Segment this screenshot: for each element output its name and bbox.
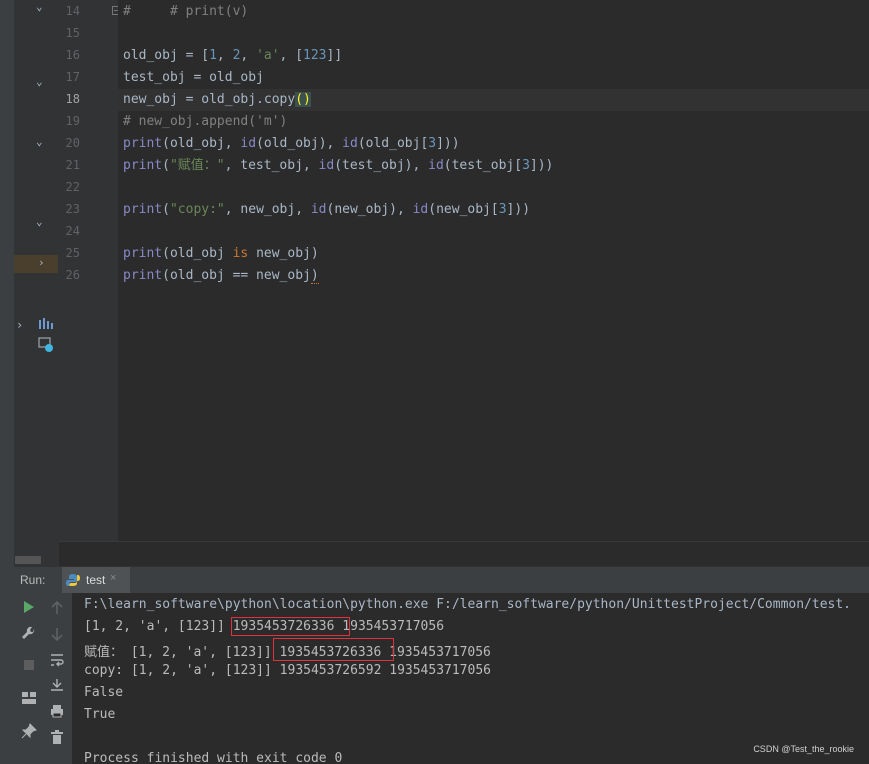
line-number: 20: [65, 136, 80, 150]
line-number: 18: [65, 92, 80, 106]
wrench-icon[interactable]: [21, 626, 37, 642]
code-line: print("赋值：", test_obj, id(test_obj), id(…: [123, 158, 554, 173]
code-line: test_obj = old_obj: [123, 70, 264, 85]
line-number: 17: [65, 70, 80, 84]
line-number: 19: [65, 114, 80, 128]
code-line: # new_obj.append('m'): [123, 114, 288, 129]
console-line: Process finished with exit code 0: [84, 751, 343, 764]
print-icon[interactable]: [50, 704, 64, 718]
chevron-down-icon[interactable]: ⌄: [36, 136, 43, 147]
python-icon: [66, 574, 80, 586]
down-arrow-icon[interactable]: [51, 627, 63, 641]
console-line-command: F:\learn_software\python\location\python…: [84, 597, 852, 612]
code-line: print("copy:", new_obj, id(new_obj), id(…: [123, 202, 531, 217]
line-number: 14: [65, 4, 80, 18]
chevron-down-icon[interactable]: ⌄: [36, 1, 43, 12]
console-output[interactable]: F:\learn_software\python\location\python…: [72, 593, 869, 764]
left-tool-strip: [0, 0, 14, 764]
console-line: copy: [1, 2, 'a', [123]] 1935453726592 1…: [84, 663, 491, 678]
line-number-gutter: 14 15 16 17 18 19 20 21 22 23 24 25 26: [59, 0, 121, 541]
line-number: 24: [65, 224, 80, 238]
console-toolbar-secondary: [42, 593, 73, 764]
console-toolbar-primary: [14, 593, 42, 764]
watermark: CSDN @Test_the_rookie: [753, 744, 854, 754]
line-number: 16: [65, 48, 80, 62]
line-number: 26: [65, 268, 80, 282]
chevron-down-icon[interactable]: ⌄: [36, 216, 43, 227]
scroll-end-icon[interactable]: [50, 678, 64, 692]
run-panel-header: Run: test ×: [14, 566, 869, 595]
run-tab-test[interactable]: test ×: [62, 567, 130, 595]
up-arrow-icon[interactable]: [51, 601, 63, 615]
play-icon[interactable]: [23, 601, 35, 613]
code-editor[interactable]: # # print(v) old_obj = [1, 2, 'a', [123]…: [118, 0, 869, 541]
chevron-down-icon[interactable]: ⌄: [36, 76, 43, 87]
run-label: Run:: [20, 573, 46, 587]
line-number: 21: [65, 158, 80, 172]
code-line: print(old_obj is new_obj): [123, 246, 319, 261]
code-line: old_obj = [1, 2, 'a', [123]]: [123, 48, 343, 63]
image-icon[interactable]: [38, 337, 54, 353]
code-line: print(old_obj == new_obj): [123, 268, 319, 284]
horizontal-scrollbar[interactable]: [59, 541, 869, 567]
structure-panel: ⌄ ⌄ ⌄ ⌄ ›: [14, 0, 59, 566]
chart-icon[interactable]: [38, 318, 54, 330]
console-line: True: [84, 707, 116, 722]
line-number: 15: [65, 26, 80, 40]
line-number: 23: [65, 202, 80, 216]
run-tab-label: test: [86, 573, 106, 587]
annotation-box: [273, 638, 394, 661]
line-number: 22: [65, 180, 80, 194]
stop-icon[interactable]: [23, 659, 35, 671]
console-line: False: [84, 685, 124, 700]
close-icon[interactable]: ×: [110, 572, 116, 584]
scroll-thumb[interactable]: [15, 556, 41, 564]
line-number: 25: [65, 246, 80, 260]
trash-icon[interactable]: [51, 730, 63, 744]
code-line: new_obj = old_obj.copy(): [123, 92, 311, 107]
wrap-icon[interactable]: [50, 653, 64, 667]
pin-icon[interactable]: [21, 723, 37, 739]
code-line: # # print(v): [123, 4, 249, 19]
annotation-box: [231, 617, 350, 636]
code-line: print(old_obj, id(old_obj), id(old_obj[3…: [123, 136, 460, 151]
layout-icon[interactable]: [21, 691, 37, 705]
